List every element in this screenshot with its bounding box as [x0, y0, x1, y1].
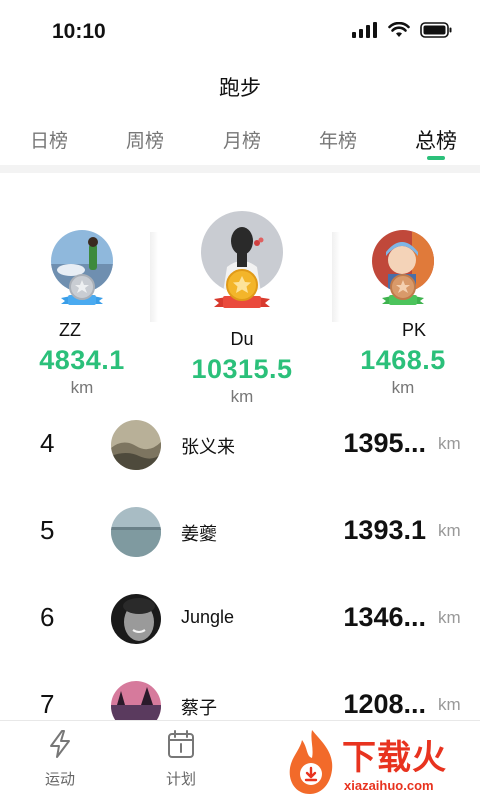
tab-total[interactable]: 总榜 [401, 125, 471, 155]
podium-third-unit: km [391, 378, 415, 397]
nav-plan[interactable]: 计划 [141, 729, 221, 789]
rank-number: 6 [40, 602, 55, 632]
nav-plan-label: 计划 [165, 771, 196, 788]
status-bar: 10:10 [0, 0, 480, 62]
rank-value: 1395... [343, 428, 426, 458]
tab-indicator [427, 156, 445, 160]
rank-number: 7 [40, 689, 55, 719]
medal-first-icon [212, 269, 272, 316]
podium-first-value: 10315.5 [191, 354, 293, 384]
tab-daily[interactable]: 日榜 [14, 126, 84, 153]
rank-value: 1393.1 [343, 515, 426, 545]
ranking-row[interactable]: 5 姜夔 1393.1 km [0, 487, 480, 574]
podium-second-unit: km [70, 378, 94, 397]
status-icons [352, 22, 452, 38]
avatar [111, 594, 161, 644]
flame-logo-icon [289, 730, 333, 794]
podium-second-value: 4834.1 [39, 345, 125, 375]
ranking-row[interactable]: 4 张义来 1395... km [0, 400, 480, 487]
wifi-icon [388, 22, 410, 37]
lightning-icon [50, 730, 70, 758]
tab-yearly[interactable]: 年榜 [303, 126, 373, 153]
rank-unit: km [438, 434, 461, 453]
signal-icon [352, 22, 377, 38]
rank-value: 1208... [343, 689, 426, 719]
podium-separator [332, 232, 340, 322]
rank-name: 姜夔 [181, 524, 217, 544]
podium-third-value: 1468.5 [360, 345, 446, 375]
tab-bar: 日榜 周榜 月榜 年榜 总榜 [0, 126, 480, 166]
podium-third-name: PK [402, 320, 427, 340]
watermark-text: 下载火 [342, 739, 447, 777]
avatar [111, 420, 161, 470]
rank-number: 5 [40, 515, 55, 545]
rank-unit: km [438, 521, 461, 540]
section-divider [0, 165, 480, 173]
rank-unit: km [438, 608, 461, 627]
nav-sport-label: 运动 [44, 771, 75, 788]
podium-second-name: ZZ [59, 320, 81, 340]
tab-weekly[interactable]: 周榜 [110, 126, 180, 153]
nav-sport[interactable]: 运动 [20, 729, 100, 789]
medal-second-icon [59, 274, 105, 313]
rank-name: 张义来 [181, 437, 235, 457]
rank-name: Jungle [181, 607, 235, 627]
rank-unit: km [438, 695, 461, 714]
podium-first[interactable]: Du 10315.5 km [176, 211, 308, 407]
watermark: 下载火 xiazaihuo.com [282, 726, 480, 800]
rank-value: 1346... [343, 602, 426, 632]
status-time: 10:10 [52, 20, 106, 43]
page-title: 跑步 [219, 77, 261, 100]
medal-third-icon [380, 274, 426, 313]
calendar-icon [168, 730, 194, 758]
rank-name: 蔡子 [181, 698, 217, 718]
rank-number: 4 [40, 428, 55, 458]
podium-first-name: Du [230, 329, 254, 349]
avatar [111, 507, 161, 557]
battery-icon [420, 22, 452, 38]
watermark-url: xiazaihuo.com [344, 778, 434, 793]
podium-third[interactable]: PK 1468.5 km [346, 230, 460, 398]
podium-second[interactable]: ZZ 4834.1 km [26, 230, 138, 398]
tab-monthly[interactable]: 月榜 [207, 126, 277, 153]
ranking-row[interactable]: 6 Jungle 1346... km [0, 574, 480, 661]
podium-separator [150, 232, 158, 322]
